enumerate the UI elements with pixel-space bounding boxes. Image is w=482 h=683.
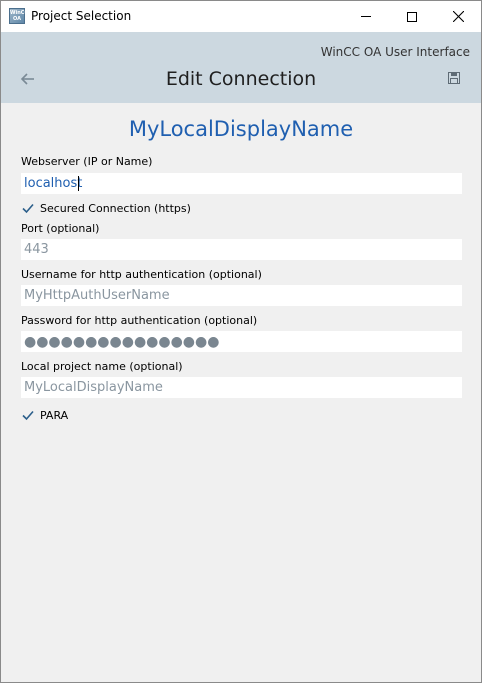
webserver-label: Webserver (IP or Name) [21, 155, 153, 168]
secured-connection-checkbox[interactable]: Secured Connection (https) [21, 200, 191, 216]
app-icon-text-bottom: OA [13, 16, 21, 22]
checkmark-icon [22, 410, 34, 421]
title-bar: WinCC OA Project Selection [1, 1, 481, 32]
secured-connection-label: Secured Connection (https) [40, 201, 191, 215]
port-input[interactable] [21, 239, 462, 260]
local-project-input[interactable] [21, 377, 462, 398]
para-label: PARA [40, 408, 69, 422]
password-label: Password for http authentication (option… [21, 314, 258, 327]
brand-label: WinCC OA User Interface [320, 45, 470, 59]
maximize-icon [407, 11, 417, 22]
project-selection-window: WinCC OA Project Selection WinCC OA User… [0, 0, 482, 683]
close-icon [452, 11, 464, 22]
minimize-icon [361, 16, 371, 17]
close-button[interactable] [435, 1, 481, 32]
password-input[interactable] [21, 331, 462, 352]
minimize-button[interactable] [343, 1, 389, 32]
username-input[interactable] [21, 285, 462, 306]
username-label: Username for http authentication (option… [21, 268, 262, 281]
page-title: Edit Connection [165, 68, 317, 90]
text-caret [78, 176, 79, 191]
display-name-heading: MyLocalDisplayName [128, 117, 354, 141]
wincc-oa-app-icon: WinCC OA [9, 8, 28, 24]
edit-connection-header: WinCC OA User Interface Edit Connection [1, 32, 481, 103]
floppy-disk-icon[interactable] [448, 72, 460, 84]
window-title: Project Selection [31, 9, 132, 23]
local-project-label: Local project name (optional) [21, 360, 183, 373]
para-checkbox[interactable]: PARA [21, 407, 68, 423]
port-label: Port (optional) [21, 222, 100, 235]
maximize-button[interactable] [389, 1, 435, 32]
webserver-input[interactable] [21, 173, 462, 194]
checkmark-icon [22, 203, 34, 214]
